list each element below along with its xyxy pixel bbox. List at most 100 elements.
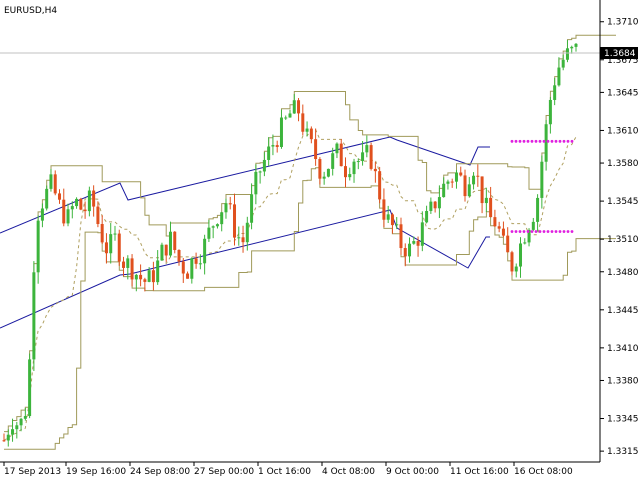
candle-body xyxy=(186,273,190,279)
candle-body xyxy=(476,175,480,177)
candle-body xyxy=(2,440,6,442)
candle-body xyxy=(570,46,574,49)
pivot-marker-dot xyxy=(518,139,522,143)
x-tick-label: 1 Oct 16:00 xyxy=(258,467,311,477)
pivot-marker-dot xyxy=(514,230,518,233)
candle-body xyxy=(305,128,309,132)
y-tick-label: 1.3480 xyxy=(607,268,639,278)
candle-body xyxy=(480,176,484,204)
pivot-marker-dot xyxy=(570,139,574,143)
candle-body xyxy=(139,274,143,280)
candle-body xyxy=(523,242,527,244)
candle-body xyxy=(87,190,91,212)
candle-body xyxy=(113,233,117,235)
pivot-marker-dot xyxy=(558,139,562,143)
candle-body xyxy=(11,429,15,435)
pivot-marker-dot xyxy=(554,139,558,143)
candle-body xyxy=(100,224,104,243)
symbol-label: EURUSD,H4 xyxy=(4,6,57,16)
pivot-marker-dot xyxy=(530,139,534,143)
y-tick-label: 1.3580 xyxy=(607,159,639,169)
candle-body xyxy=(207,227,211,239)
pivot-marker-dot xyxy=(538,230,542,233)
candle-body xyxy=(267,146,271,160)
candle-body xyxy=(378,171,382,200)
candle-body xyxy=(57,193,61,200)
candle-body xyxy=(147,270,151,282)
candle-body xyxy=(62,199,66,224)
candle-body xyxy=(519,243,523,267)
candle-body xyxy=(416,241,420,246)
candle-body xyxy=(403,248,407,257)
candle-body xyxy=(497,226,501,229)
candle-body xyxy=(215,224,219,227)
candle-body xyxy=(32,272,36,360)
candle-body xyxy=(126,258,130,268)
candle-body xyxy=(301,113,305,132)
x-tick-label: 27 Sep 00:00 xyxy=(194,467,254,477)
pivot-marker-dot xyxy=(526,230,530,233)
candle-body xyxy=(70,206,74,210)
pivot-marker-dot xyxy=(550,230,554,233)
candle-body xyxy=(109,234,113,254)
pivot-marker-dot xyxy=(534,230,538,233)
y-tick-label: 1.3445 xyxy=(607,306,639,316)
candle-body xyxy=(66,209,70,224)
candle-body xyxy=(28,359,32,417)
candle-body xyxy=(548,99,552,125)
candle-body xyxy=(224,203,228,213)
candle-body xyxy=(510,252,514,272)
pivot-marker-dot xyxy=(522,230,526,233)
pivot-marker-dot xyxy=(562,139,566,143)
current-price-label: 1.3684 xyxy=(604,49,636,59)
x-tick-label: 9 Oct 00:00 xyxy=(386,467,439,477)
pivot-marker-dot xyxy=(546,230,550,233)
candle-body xyxy=(228,203,232,205)
candle-body xyxy=(467,184,471,197)
y-tick-label: 1.3315 xyxy=(607,447,639,457)
candle-body xyxy=(365,145,369,153)
candle-body xyxy=(314,139,318,160)
candle-body xyxy=(386,214,390,220)
candle-body xyxy=(326,168,330,177)
y-tick-label: 1.3510 xyxy=(607,235,639,245)
candle-body xyxy=(143,279,147,282)
x-axis: 17 Sep 2013 19 Sep 16:00 24 Sep 08:00 27 Se… xyxy=(3,462,573,477)
candle-body xyxy=(75,198,79,207)
candle-body xyxy=(437,197,441,209)
candle-body xyxy=(130,258,134,280)
candle-body xyxy=(36,220,40,273)
candle-body xyxy=(211,226,215,228)
candle-body xyxy=(194,258,198,264)
candle-body xyxy=(96,206,100,225)
candle-body xyxy=(241,237,245,243)
candle-body xyxy=(92,190,96,207)
candle-body xyxy=(433,201,437,209)
candle-body xyxy=(160,244,164,261)
candle-body xyxy=(19,418,23,426)
candle-body xyxy=(233,204,237,238)
pivot-marker-dot xyxy=(526,139,530,143)
x-tick-label: 16 Oct 08:00 xyxy=(514,467,573,477)
pivot-marker-dot xyxy=(566,230,570,233)
candle-body xyxy=(420,222,424,246)
candle-body xyxy=(117,233,121,262)
candle-body xyxy=(544,124,548,162)
candle-body xyxy=(190,258,194,279)
candle-body xyxy=(489,197,493,218)
candle-body xyxy=(262,159,266,172)
candle-body xyxy=(412,241,416,244)
candle-body xyxy=(254,171,258,195)
candle-body xyxy=(49,174,53,189)
candle-body xyxy=(339,143,343,167)
candle-body xyxy=(565,48,569,60)
candle-body xyxy=(79,198,83,210)
candle-body xyxy=(514,266,518,272)
x-tick-label: 24 Sep 08:00 xyxy=(130,467,190,477)
candle-body xyxy=(40,208,44,221)
candle-body xyxy=(369,145,373,169)
candle-body xyxy=(83,209,87,212)
candle-body xyxy=(343,166,347,178)
candle-body xyxy=(463,175,467,197)
candle-body xyxy=(540,161,544,198)
